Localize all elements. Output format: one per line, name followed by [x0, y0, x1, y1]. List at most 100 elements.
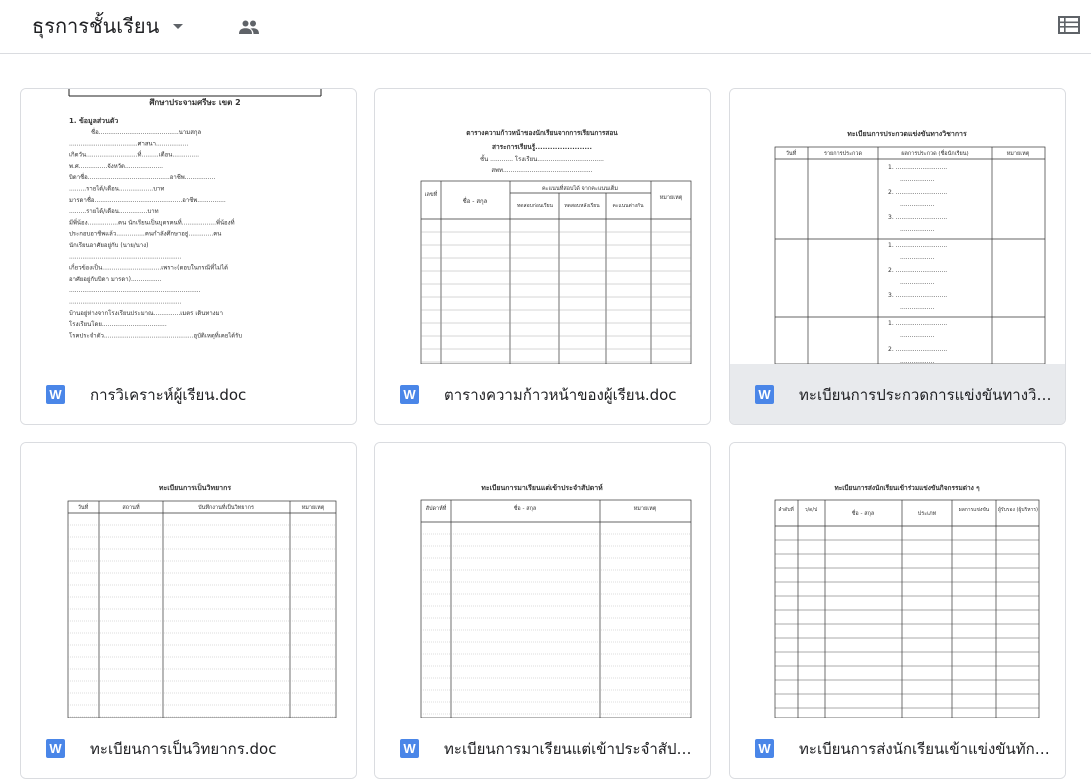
entry-line: 1. ...........................: [888, 164, 947, 171]
col-result: ผลการประกวด (ชื่อนักเรียน): [901, 149, 968, 157]
col-sign: ผู้รับรอง (ผู้บริหาร): [998, 506, 1038, 513]
document-preview: ทะเบียนการประกวดแข่งขันทางวิชาการ วันที่…: [730, 89, 1065, 364]
file-card[interactable]: ทะเบียนการมาเรียนแต่เข้าประจำสัปดาห์ สัป…: [374, 442, 711, 779]
preview-line: เกี่ยวข้องเป็น..........................…: [69, 263, 228, 272]
preview-title: ตารางความก้าวหน้าของนักเรียนจากการเรียนก…: [466, 128, 618, 137]
preview-title: ทะเบียนการเป็นวิทยากร: [159, 483, 231, 492]
preview-line: บิดาชื่อ................................…: [69, 173, 216, 181]
preview-heading: ศึกษาประจามศรีษะ เขต 2: [149, 97, 240, 107]
file-card[interactable]: ทะเบียนการประกวดแข่งขันทางวิชาการ วันที่…: [729, 88, 1066, 425]
preview-line: มีพี่น้อง................คน นักเรียนเป็น…: [69, 217, 235, 226]
col-pre: ทดสอบก่อนเรียน: [517, 202, 554, 209]
col-result: ผลการแข่งขัน: [959, 507, 990, 513]
col-place: สถานที่: [122, 503, 140, 511]
preview-line: ........................................…: [69, 253, 182, 260]
entry-line: 1. ...........................: [888, 320, 947, 327]
file-card[interactable]: ทะเบียนการส่งนักเรียนเข้าร่วมแข่งขันกิจก…: [729, 442, 1066, 779]
col-group: คะแนนที่สอบได้ จากคะแนนเต็ม: [542, 184, 618, 192]
col-week: สัปดาห์ที่: [426, 504, 447, 512]
col-no: เลขที่: [425, 190, 438, 198]
entry-line: 2. ...........................: [888, 267, 947, 274]
file-name: ทะเบียนการเป็นวิทยากร.doc: [90, 739, 277, 758]
word-doc-icon: W: [46, 385, 65, 404]
col-name: ชื่อ - สกุล: [514, 504, 537, 512]
file-card-footer: W ทะเบียนการส่งนักเรียนเข้าแข่งขันทักษะ.…: [730, 718, 1065, 778]
file-card[interactable]: ศึกษาประจามศรีษะ เขต 2 1. ข้อมูลส่วนตัว …: [20, 88, 357, 425]
list-view-button[interactable]: [1052, 8, 1086, 42]
word-doc-icon: W: [46, 739, 65, 758]
col-date: ว/ด/ป: [805, 507, 818, 513]
preview-title: สาระการเรียนรู้.......................: [492, 142, 592, 152]
preview-line: .........รายได้/เดือน..................บ…: [69, 185, 164, 193]
col-note: หมายเหตุ: [634, 506, 657, 512]
col-diff: คะแนนต่างกัน: [612, 203, 644, 209]
preview-line: มารดาชื่อ...............................…: [69, 196, 226, 204]
col-no: ลำดับที่: [778, 506, 794, 513]
file-card-footer: W ทะเบียนการเป็นวิทยากร.doc: [21, 718, 356, 778]
preview-line: ........................................…: [69, 287, 201, 294]
preview-line: พ.ศ...............จังหวัด...............…: [69, 163, 163, 170]
preview-title: ทะเบียนการส่งนักเรียนเข้าร่วมแข่งขันกิจก…: [834, 483, 980, 492]
col-mission: บันทึกงานที่เป็นวิทยากร: [198, 503, 254, 511]
entry-subline: ..................: [900, 176, 934, 183]
list-view-icon: [1058, 16, 1080, 34]
entry-subline: ..................: [900, 226, 934, 233]
preview-line: ........................................…: [69, 299, 182, 306]
file-card[interactable]: ตารางความก้าวหน้าของนักเรียนจากการเรียนก…: [374, 88, 711, 425]
preview-line: นักเรียนอาศัยอยู่กับ (นาย/นาง): [69, 241, 148, 249]
file-name: ทะเบียนการส่งนักเรียนเข้าแข่งขันทักษะ.do…: [799, 739, 1054, 758]
preview-line: โรคประจำตัว.............................…: [69, 331, 242, 339]
file-name: ทะเบียนการประกวดการแข่งขันทางวิชาการ.doc: [799, 385, 1054, 404]
col-note: หมายเหตุ: [302, 505, 325, 511]
file-card-footer: W ทะเบียนการมาเรียนแต่เข้าประจำสัปดาห์.d…: [375, 718, 710, 778]
preview-line: บ้านอยู่ห่างจากโรงเรียนประมาณ...........…: [69, 309, 223, 317]
entry-subline: ..................: [900, 304, 934, 311]
entry-line: 2. ...........................: [888, 346, 947, 353]
entry-subline: ..................: [900, 254, 934, 261]
preview-title: ทะเบียนการประกวดแข่งขันทางวิชาการ: [847, 130, 967, 138]
word-doc-icon: W: [755, 739, 774, 758]
entry-line: 1. ...........................: [888, 242, 947, 249]
document-preview: ทะเบียนการมาเรียนแต่เข้าประจำสัปดาห์ สัป…: [375, 443, 710, 718]
file-card[interactable]: ทะเบียนการเป็นวิทยากร วันที่ สถานที่ บัน…: [20, 442, 357, 779]
file-name: ตารางความก้าวหน้าของผู้เรียน.doc: [444, 385, 677, 404]
entry-subline: ..................: [900, 201, 934, 208]
document-preview: ศึกษาประจามศรีษะ เขต 2 1. ข้อมูลส่วนตัว …: [21, 89, 356, 364]
document-preview: ทะเบียนการส่งนักเรียนเข้าร่วมแข่งขันกิจก…: [730, 443, 1065, 718]
people-icon: [239, 20, 259, 34]
col-date: วันที่: [786, 149, 797, 157]
preview-line: เกิดวัน...........................ที่...…: [69, 151, 199, 159]
word-doc-icon: W: [755, 385, 774, 404]
folder-title: ธุรการชั้นเรียน: [32, 14, 160, 38]
preview-title: ทะเบียนการมาเรียนแต่เข้าประจำสัปดาห์: [481, 483, 603, 492]
col-note: หมายเหตุ: [1007, 151, 1030, 157]
file-card-footer: W ทะเบียนการประกวดการแข่งขันทางวิชาการ.d…: [730, 364, 1065, 424]
col-item: รายการประกวด: [824, 150, 862, 157]
entry-subline: ..................: [900, 279, 934, 286]
folder-title-dropdown[interactable]: ธุรการชั้นเรียน: [12, 6, 193, 46]
col-name: ชื่อ - สกุล: [463, 197, 488, 205]
entry-line: 3. ...........................: [888, 214, 947, 221]
folder-header: ธุรการชั้นเรียน: [0, 0, 1091, 54]
shared-folder-button[interactable]: [234, 13, 264, 41]
arrow-drop-down-icon: [173, 23, 184, 29]
col-name: ชื่อ - สกุล: [852, 509, 875, 517]
preview-line: ชื่อ....................................…: [91, 128, 202, 136]
col-date: วันที่: [78, 503, 89, 511]
word-doc-icon: W: [400, 739, 419, 758]
document-preview: ทะเบียนการเป็นวิทยากร วันที่ สถานที่ บัน…: [21, 443, 356, 718]
preview-title: สพท.....................................…: [491, 167, 592, 174]
entry-subline: ..................: [900, 332, 934, 339]
col-type: ประเภท: [918, 510, 937, 517]
preview-line: ....................................ศาสน…: [69, 140, 188, 147]
preview-title: ชั้น ............ โรงเรียน..............…: [480, 153, 604, 163]
preview-section: 1. ข้อมูลส่วนตัว: [69, 116, 118, 126]
preview-line: ประกอบอาชีพแล้ว...............คนกำลังศึก…: [69, 230, 221, 238]
preview-line: .........รายได้/เดือน...............บาท: [69, 207, 159, 215]
col-note: หมายเหตุ: [660, 195, 683, 201]
file-card-footer: W การวิเคราะห์ผู้เรียน.doc: [21, 364, 356, 424]
document-preview: ตารางความก้าวหน้าของนักเรียนจากการเรียนก…: [375, 89, 710, 364]
file-card-footer: W ตารางความก้าวหน้าของผู้เรียน.doc: [375, 364, 710, 424]
entry-line: 3. ...........................: [888, 292, 947, 299]
preview-line: โรงเรียนโดย.............................…: [69, 320, 167, 328]
